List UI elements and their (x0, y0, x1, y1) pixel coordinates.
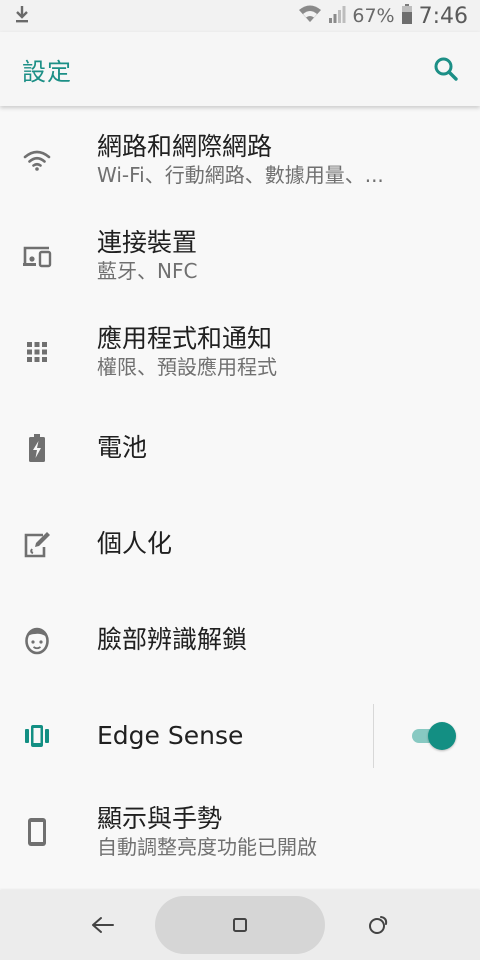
face-icon (20, 623, 54, 657)
divider (373, 704, 374, 768)
edge-sense-icon (20, 719, 54, 753)
app-bar: 設定 (0, 32, 480, 106)
battery-charging-icon (20, 431, 54, 465)
download-icon (14, 4, 30, 29)
page-title: 設定 (22, 57, 72, 86)
wifi-icon (20, 143, 54, 177)
setting-subtitle: Wi-Fi、行動網路、數據用量、... (97, 163, 384, 187)
setting-item-apps[interactable]: 應用程式和通知 權限、預設應用程式 (0, 304, 480, 400)
personalize-icon (20, 527, 54, 561)
setting-item-face-unlock[interactable]: 臉部辨識解鎖 (0, 592, 480, 688)
setting-title: Edge Sense (97, 721, 244, 750)
status-bar: 67% 7:46 (0, 0, 480, 32)
phone-display-icon (20, 815, 54, 849)
status-right: 67% 7:46 (298, 3, 468, 30)
setting-item-battery[interactable]: 電池 (0, 400, 480, 496)
edge-sense-toggle[interactable] (408, 722, 456, 750)
setting-subtitle: 藍牙、NFC (97, 259, 198, 283)
wifi-icon (298, 4, 322, 29)
setting-title: 電池 (97, 433, 148, 462)
setting-item-personalize[interactable]: 個人化 (0, 496, 480, 592)
setting-title: 應用程式和通知 (97, 324, 273, 353)
search-icon[interactable] (430, 53, 462, 85)
setting-subtitle: 自動調整亮度功能已開啟 (97, 835, 317, 859)
setting-title: 顯示與手勢 (97, 804, 223, 833)
setting-item-display[interactable]: 顯示與手勢 自動調整亮度功能已開啟 (0, 784, 480, 880)
setting-title: 臉部辨識解鎖 (97, 625, 248, 654)
setting-item-edge-sense[interactable]: Edge Sense (0, 688, 480, 784)
apps-grid-icon (20, 335, 54, 369)
devices-icon (20, 239, 54, 273)
recents-icon[interactable] (360, 907, 396, 943)
home-icon[interactable] (155, 896, 325, 954)
toggle-knob (428, 722, 456, 750)
setting-subtitle: 權限、預設應用程式 (97, 355, 277, 379)
settings-list: 網路和網際網路 Wi-Fi、行動網路、數據用量、... 連接裝置 藍牙、NFC (0, 112, 480, 880)
status-left (14, 4, 30, 29)
setting-item-network[interactable]: 網路和網際網路 Wi-Fi、行動網路、數據用量、... (0, 112, 480, 208)
battery-icon (401, 3, 413, 30)
setting-item-connected-devices[interactable]: 連接裝置 藍牙、NFC (0, 208, 480, 304)
setting-title: 個人化 (97, 529, 173, 558)
signal-icon (328, 4, 346, 29)
setting-title: 連接裝置 (97, 228, 198, 257)
back-icon[interactable] (85, 907, 121, 943)
battery-percent: 67% (352, 5, 395, 27)
navigation-bar (0, 890, 480, 960)
clock: 7:46 (418, 3, 468, 29)
setting-title: 網路和網際網路 (97, 132, 273, 161)
